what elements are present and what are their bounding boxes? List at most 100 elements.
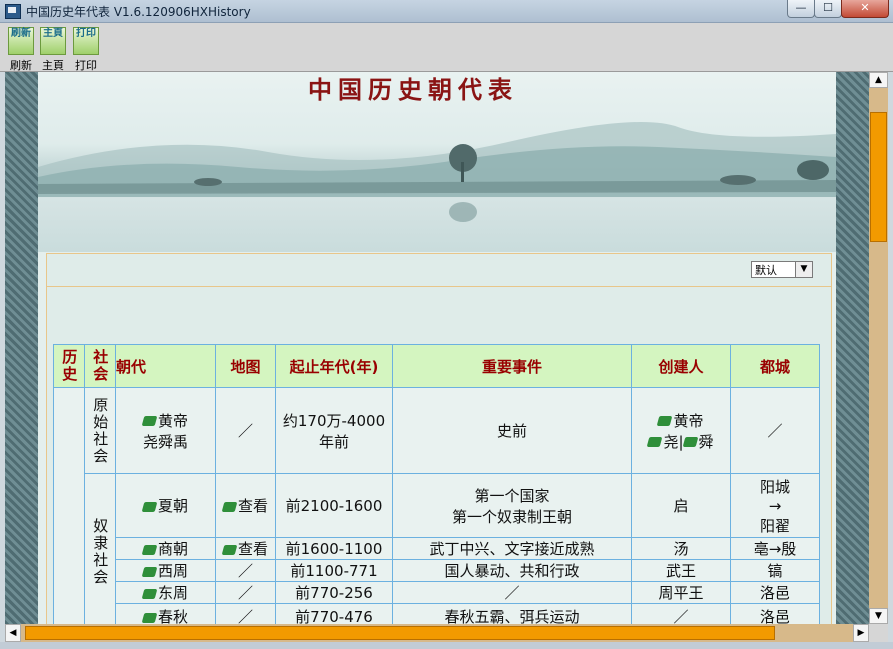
- founder-cell: 武王: [631, 559, 731, 582]
- years-cell: 前770-256: [275, 581, 393, 604]
- header-capital: 都城: [730, 344, 820, 388]
- founder-cell: 启: [631, 473, 731, 538]
- scroll-right-button[interactable]: ▶: [853, 624, 869, 642]
- close-button[interactable]: ✕: [841, 0, 889, 18]
- capital-cell: 镐: [730, 559, 820, 582]
- events-cell: 国人暴动、共和行政: [392, 559, 632, 582]
- vertical-scroll-thumb[interactable]: [870, 112, 887, 242]
- society-cell: 原始社会: [84, 387, 116, 474]
- header-events: 重要事件: [392, 344, 632, 388]
- founder-cell: 汤: [631, 537, 731, 560]
- founder-cell[interactable]: 黄帝 尧| 舜: [631, 387, 731, 474]
- book-icon: [221, 501, 238, 512]
- scroll-down-button[interactable]: ▼: [869, 608, 888, 624]
- map-cell[interactable]: 查看: [215, 473, 276, 538]
- society-cell: 奴隶社会: [84, 473, 116, 624]
- dynasty-cell[interactable]: 春秋: [115, 603, 216, 624]
- header-dynasty: 朝代: [115, 344, 216, 388]
- capital-cell: ／: [730, 387, 820, 474]
- map-cell: ／: [215, 603, 276, 624]
- map-cell: ／: [215, 559, 276, 582]
- years-cell: 前2100-1600: [275, 473, 393, 538]
- capital-cell: 洛邑: [730, 603, 820, 624]
- founder-cell: ／: [631, 603, 731, 624]
- maximize-button[interactable]: ☐: [814, 0, 842, 18]
- book-icon: [141, 544, 158, 555]
- header-founder: 创建人: [631, 344, 731, 388]
- title-bar: 中国历史年代表 V1.6.120906HXHistory — ☐ ✕: [0, 0, 893, 23]
- book-icon: [141, 612, 158, 623]
- dynasty-table: 历史 社会 朝代 地图 起止年代(年) 重要事件 创建人 都城 原始社会 黄帝 …: [53, 344, 820, 624]
- content-panel: 中国历史朝代表 默认 ▼ 历史 社会 朝代 地图 起止年代(年) 重要事件 创建…: [38, 72, 836, 624]
- book-icon: [221, 544, 238, 555]
- events-cell: ／: [392, 581, 632, 604]
- app-icon[interactable]: [5, 4, 21, 19]
- years-cell: 前770-476: [275, 603, 393, 624]
- book-icon: [141, 501, 158, 512]
- print-icon: 打印: [73, 27, 99, 55]
- scroll-left-button[interactable]: ◀: [5, 624, 21, 642]
- chevron-down-icon: ▼: [795, 262, 812, 277]
- refresh-button[interactable]: 刷新 刷新: [6, 27, 36, 73]
- scroll-up-button[interactable]: ▲: [869, 72, 888, 88]
- control-bar: 默认 ▼: [47, 254, 831, 287]
- scrollbar-corner: [869, 624, 888, 642]
- dynasty-section: 默认 ▼ 历史 社会 朝代 地图 起止年代(年) 重要事件 创建人 都城 原始社…: [46, 253, 832, 624]
- book-icon: [647, 437, 663, 447]
- events-cell: 武丁中兴、文字接近成熟: [392, 537, 632, 560]
- home-label: 主頁: [42, 59, 64, 72]
- toolbar: 刷新 刷新 主頁 主頁 打印 打印: [0, 23, 893, 72]
- book-icon: [141, 588, 158, 599]
- dynasty-cell[interactable]: 西周: [115, 559, 216, 582]
- table-row: 商朝 查看 前1600-1100 武丁中兴、文字接近成熟 汤 亳→殷: [54, 537, 820, 560]
- refresh-icon: 刷新: [8, 27, 34, 55]
- events-cell: 史前: [392, 387, 632, 474]
- book-icon: [141, 416, 158, 426]
- home-button[interactable]: 主頁 主頁: [38, 27, 68, 73]
- table-row: 东周 ／ 前770-256 ／ 周平王 洛邑: [54, 581, 820, 604]
- events-cell: 春秋五霸、弭兵运动: [392, 603, 632, 624]
- header-society: 社会: [84, 344, 116, 388]
- dynasty-cell[interactable]: 东周: [115, 581, 216, 604]
- years-cell: 前1100-771: [275, 559, 393, 582]
- vertical-scrollbar[interactable]: ▲ ▼: [869, 72, 888, 624]
- page-view: 中国历史朝代表 默认 ▼ 历史 社会 朝代 地图 起止年代(年) 重要事件 创建…: [5, 72, 869, 624]
- events-cell: 第一个国家 第一个奴隶制王朝: [392, 473, 632, 538]
- dynasty-cell[interactable]: 黄帝 尧舜禹: [115, 387, 216, 474]
- table-row: 西周 ／ 前1100-771 国人暴动、共和行政 武王 镐: [54, 559, 820, 582]
- dynasty-cell[interactable]: 夏朝: [115, 473, 216, 538]
- years-cell: 约170万-4000 年前: [275, 387, 393, 474]
- window-bottom-edge: [0, 642, 893, 649]
- capital-cell: 阳城 → 阳翟: [730, 473, 820, 538]
- capital-cell: 亳→殷: [730, 537, 820, 560]
- home-icon: 主頁: [40, 27, 66, 55]
- landscape-banner: 中国历史朝代表: [38, 72, 836, 252]
- book-icon: [141, 566, 158, 577]
- years-cell: 前1600-1100: [275, 537, 393, 560]
- header-map: 地图: [215, 344, 276, 388]
- header-years: 起止年代(年): [275, 344, 393, 388]
- book-icon: [657, 416, 673, 426]
- map-cell: ／: [215, 581, 276, 604]
- print-label: 打印: [75, 59, 97, 72]
- minimize-button[interactable]: —: [787, 0, 815, 18]
- table-row: 春秋 ／ 前770-476 春秋五霸、弭兵运动 ／ 洛邑: [54, 603, 820, 624]
- sort-select-value: 默认: [755, 264, 777, 277]
- banner-title: 中国历史朝代表: [308, 75, 518, 104]
- map-cell[interactable]: 查看: [215, 537, 276, 560]
- map-cell: ／: [215, 387, 276, 474]
- dynasty-cell[interactable]: 商朝: [115, 537, 216, 560]
- table-row: 原始社会 黄帝 尧舜禹 ／ 约170万-4000 年前 史前 黄帝 尧| 舜 ／: [53, 387, 820, 624]
- refresh-label: 刷新: [10, 59, 32, 72]
- table-header-row: 历史 社会 朝代 地图 起止年代(年) 重要事件 创建人 都城: [53, 344, 820, 388]
- print-button[interactable]: 打印 打印: [71, 27, 101, 73]
- window-title: 中国历史年代表 V1.6.120906HXHistory: [26, 5, 251, 19]
- capital-cell: 洛邑: [730, 581, 820, 604]
- history-cell: [53, 387, 85, 624]
- sort-select[interactable]: 默认 ▼: [751, 261, 813, 278]
- horizontal-scroll-thumb[interactable]: [25, 626, 775, 640]
- header-history: 历史: [53, 344, 85, 388]
- horizontal-scrollbar[interactable]: ◀ ▶: [5, 624, 869, 642]
- table-row: 奴隶社会 夏朝 查看 前2100-1600 第一个国家 第一个奴隶制王朝 启 阳城…: [54, 473, 820, 624]
- book-icon: [682, 437, 698, 447]
